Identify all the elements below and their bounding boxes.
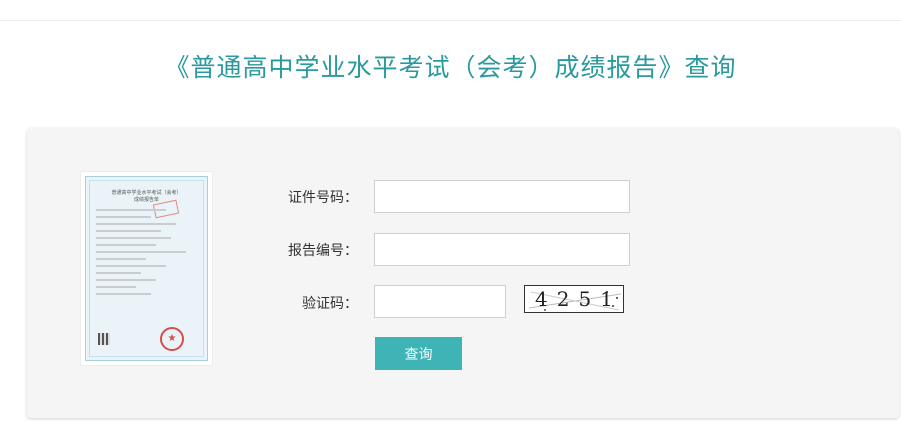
page-title: 《普通高中学业水平考试（会考）成绩报告》查询 — [164, 53, 737, 82]
report-heading: 普通高中学业水平考试（会考） 成绩报告单 — [111, 190, 182, 203]
report-text-lines — [96, 209, 196, 300]
search-button[interactable]: 查询 — [375, 337, 462, 370]
captcha-label: 验证码： — [302, 296, 358, 312]
id-number-label: 证件号码： — [288, 190, 358, 206]
official-seal-icon: ★ — [160, 327, 184, 351]
id-number-input[interactable] — [374, 180, 630, 213]
report-paper: 普通高中学业水平考试（会考） 成绩报告单 ★ — [85, 176, 208, 361]
captcha-image[interactable]: 4251 — [524, 285, 624, 313]
sample-report-image: 普通高中学业水平考试（会考） 成绩报告单 ★ — [80, 171, 213, 366]
qr-code-icon — [98, 333, 110, 345]
top-divider — [0, 20, 901, 21]
captcha-input[interactable] — [374, 285, 506, 318]
captcha-text: 4251 — [535, 287, 622, 311]
report-number-input[interactable] — [374, 233, 630, 266]
report-number-label: 报告编号： — [288, 243, 358, 259]
